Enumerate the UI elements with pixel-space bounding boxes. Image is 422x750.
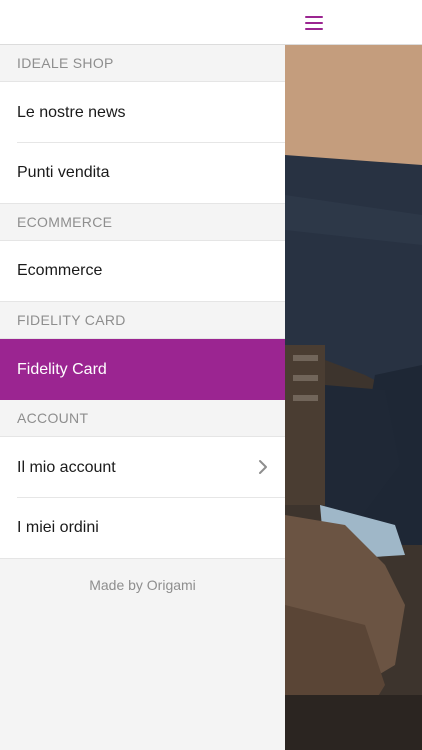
menu-item-il-mio-account[interactable]: Il mio account xyxy=(0,437,285,498)
footer-credit: Made by Origami xyxy=(89,577,196,593)
hamburger-icon[interactable] xyxy=(303,13,327,33)
menu-item-label: Fidelity Card xyxy=(17,360,107,378)
menu-item-i-miei-ordini[interactable]: I miei ordini xyxy=(0,498,285,559)
section-header-account: ACCOUNT xyxy=(0,400,285,437)
menu-item-punti-vendita[interactable]: Punti vendita xyxy=(0,143,285,204)
menu-item-label: Il mio account xyxy=(17,458,116,476)
chevron-right-icon xyxy=(259,460,267,474)
section-header-ecommerce: ECOMMERCE xyxy=(0,204,285,241)
menu-item-fidelity-card[interactable]: Fidelity Card xyxy=(0,339,285,400)
side-drawer: IDEALE SHOP Le nostre news Punti vendita… xyxy=(0,45,285,750)
menu-item-label: Ecommerce xyxy=(17,262,103,279)
menu-item-news[interactable]: Le nostre news xyxy=(0,82,285,143)
menu-item-ecommerce[interactable]: Ecommerce xyxy=(0,241,285,302)
section-header-ideale-shop: IDEALE SHOP xyxy=(0,45,285,82)
menu-item-label: Punti vendita xyxy=(17,164,110,181)
menu-item-label: Le nostre news xyxy=(17,103,126,121)
section-header-fidelity-card: FIDELITY CARD xyxy=(0,302,285,339)
top-bar xyxy=(0,0,422,45)
background-photo xyxy=(285,45,422,750)
menu-item-label: I miei ordini xyxy=(17,519,99,536)
